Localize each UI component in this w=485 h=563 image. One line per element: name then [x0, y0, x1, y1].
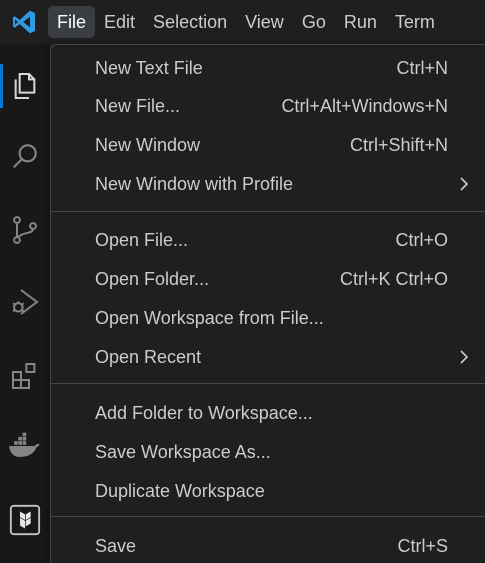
menu-separator [51, 211, 485, 212]
menu-run[interactable]: Run [335, 6, 386, 38]
vscode-logo-icon [0, 0, 48, 44]
menu-item-label: Open File... [95, 229, 189, 250]
menu-item-new-window[interactable]: New Window Ctrl+Shift+N [51, 126, 485, 164]
menu-item-duplicate-workspace[interactable]: Duplicate Workspace [51, 472, 485, 510]
docker-icon[interactable] [0, 418, 50, 474]
menu-item-shortcut: Ctrl+K Ctrl+O [339, 268, 448, 289]
menu-item-shortcut: Ctrl+O [395, 229, 448, 250]
run-debug-icon[interactable] [0, 274, 50, 330]
menu-item-label: New Text File [95, 57, 203, 78]
menu-selection[interactable]: Selection [144, 6, 236, 38]
menu-item-label: New Window with Profile [95, 173, 294, 194]
menu-item-shortcut: Ctrl+Alt+Windows+N [281, 95, 448, 116]
menu-item-label: Save Workspace As... [95, 441, 271, 462]
menu-item-label: New Window [95, 134, 201, 155]
menu-item-save[interactable]: Save Ctrl+S [51, 527, 485, 563]
menu-item-shortcut: Ctrl+S [397, 535, 448, 556]
terraform-icon[interactable] [0, 492, 50, 548]
menu-item-label: Open Recent [95, 346, 202, 367]
menu-item-label: Open Folder... [95, 268, 210, 289]
extensions-icon[interactable] [0, 348, 50, 404]
menu-item-label: Add Folder to Workspace... [95, 402, 313, 423]
menu-go[interactable]: Go [293, 6, 335, 38]
menu-item-open-file[interactable]: Open File... Ctrl+O [51, 221, 485, 259]
menu-file[interactable]: File [48, 6, 96, 38]
menu-item-shortcut: Ctrl+Shift+N [349, 134, 448, 155]
menu-item-open-workspace-from-file[interactable]: Open Workspace from File... [51, 299, 485, 337]
menu-item-new-window-with-profile[interactable]: New Window with Profile [51, 165, 485, 203]
menu-item-new-text-file[interactable]: New Text File Ctrl+N [51, 49, 485, 87]
vscode-window: File Edit Selection View Go Run Term New… [0, 0, 485, 563]
menu-item-save-workspace-as[interactable]: Save Workspace As... [51, 433, 485, 471]
menu-item-new-file[interactable]: New File... Ctrl+Alt+Windows+N [51, 87, 485, 125]
menu-item-shortcut: Ctrl+N [396, 57, 448, 78]
menu-item-label: Duplicate Workspace [95, 480, 265, 501]
menu-edit[interactable]: Edit [95, 6, 144, 38]
menu-separator [51, 383, 485, 384]
menu-item-label: Open Workspace from File... [95, 307, 324, 328]
menu-view[interactable]: View [236, 6, 293, 38]
source-control-icon[interactable] [0, 202, 50, 258]
menu-bar: File Edit Selection View Go Run Term [0, 0, 485, 44]
menu-item-label: New File... [95, 95, 181, 116]
menu-item-add-folder-to-workspace[interactable]: Add Folder to Workspace... [51, 394, 485, 432]
menu-terminal[interactable]: Term [386, 6, 444, 38]
file-menu-dropdown: New Text File Ctrl+N New File... Ctrl+Al… [50, 44, 485, 563]
menu-separator [51, 516, 485, 517]
menu-item-label: Save [95, 535, 137, 556]
chevron-right-icon [456, 349, 472, 365]
explorer-icon[interactable] [0, 58, 50, 114]
activity-bar [0, 44, 51, 563]
chevron-right-icon [456, 176, 472, 192]
menu-item-open-recent[interactable]: Open Recent [51, 338, 485, 376]
search-icon[interactable] [0, 128, 50, 184]
menu-item-open-folder[interactable]: Open Folder... Ctrl+K Ctrl+O [51, 260, 485, 298]
